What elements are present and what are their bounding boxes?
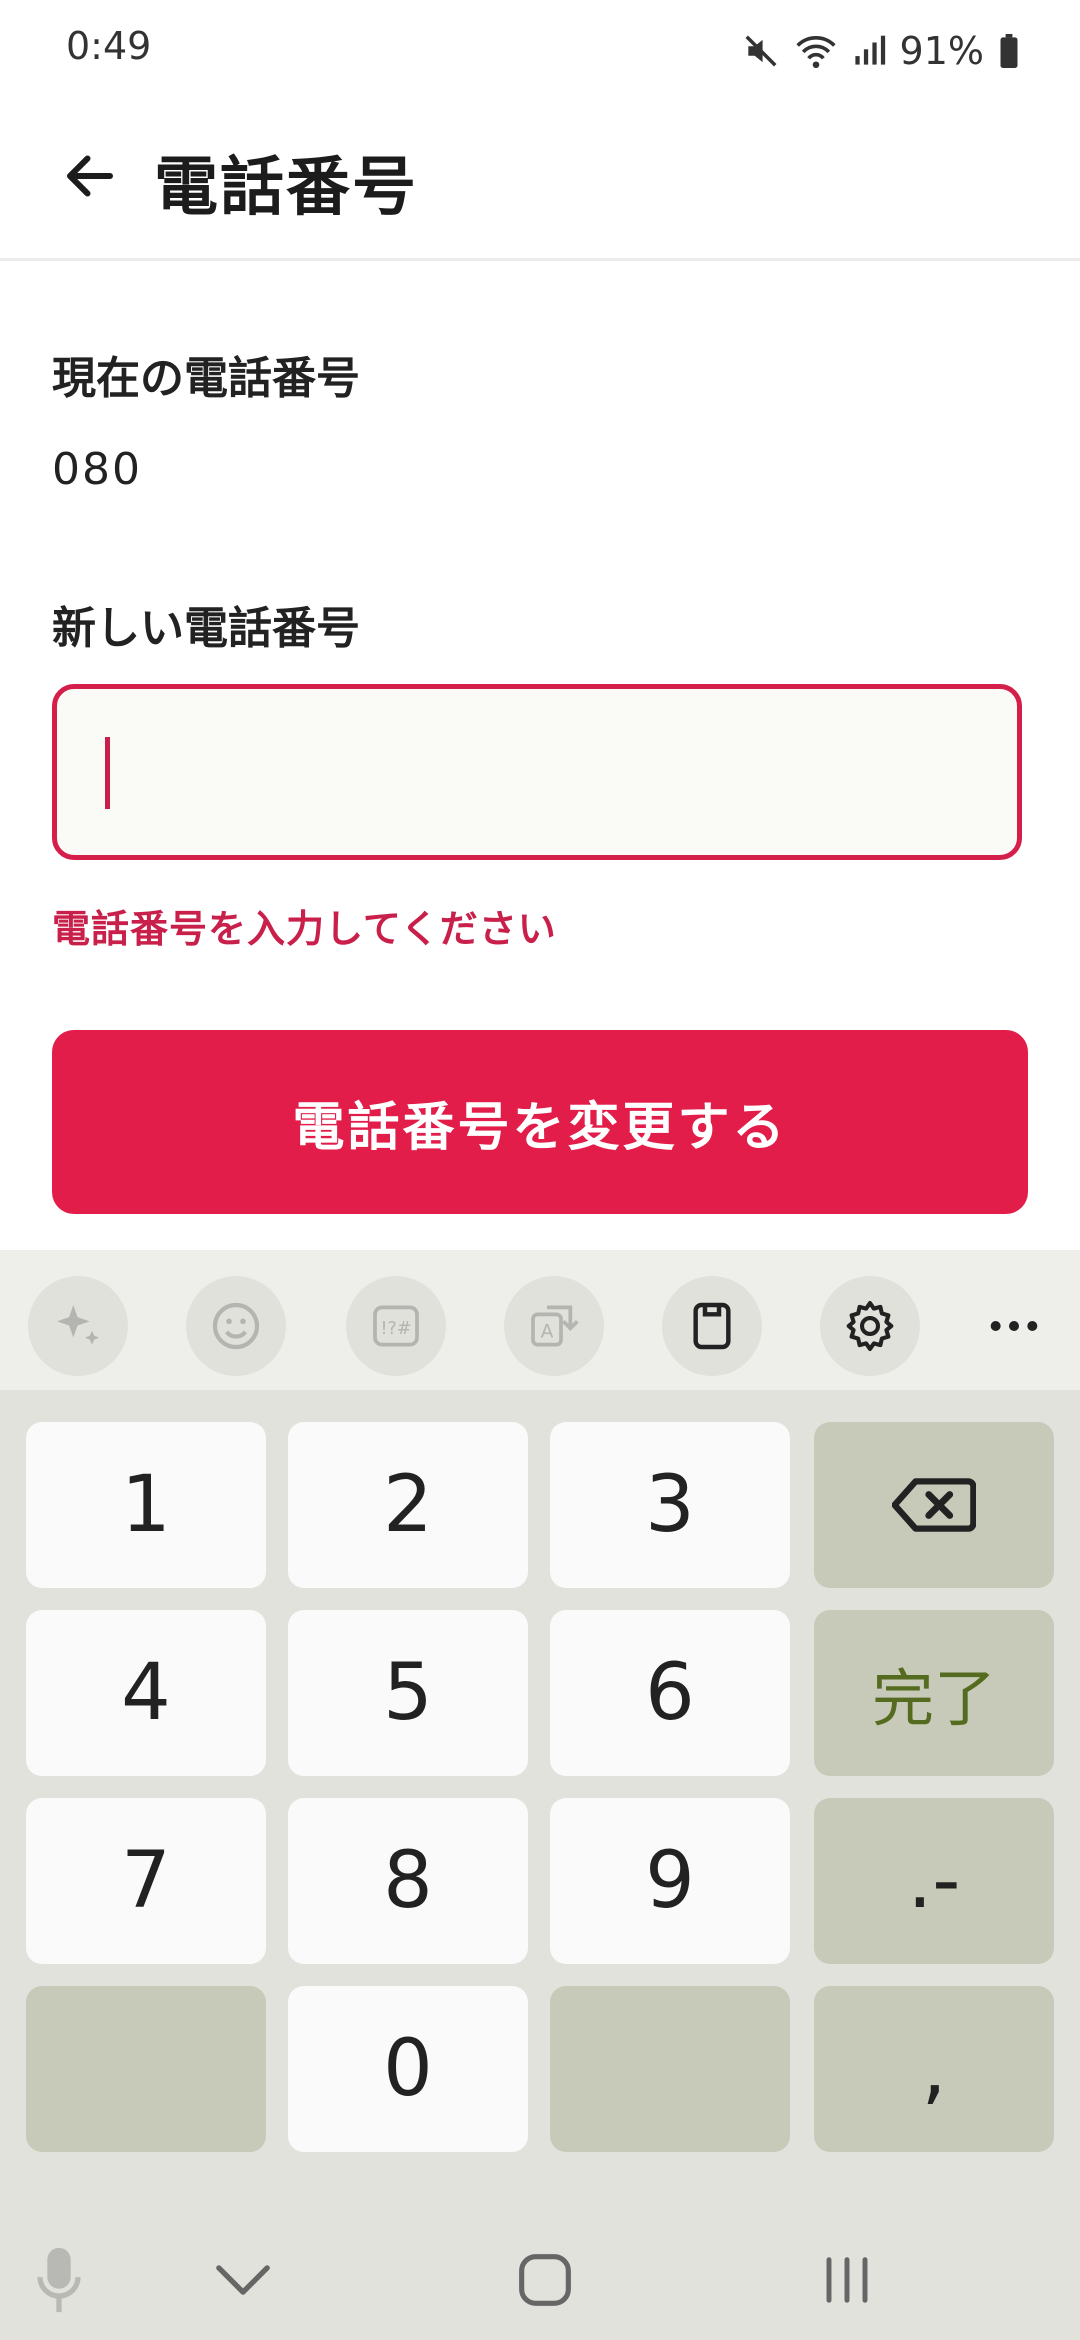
arrow-left-icon (67, 155, 113, 197)
done-key-label: 完了 (871, 1662, 996, 1735)
emoji-icon[interactable] (186, 1276, 286, 1376)
backspace-key[interactable] (814, 1422, 1054, 1588)
back-button[interactable] (54, 140, 126, 212)
new-phone-field[interactable] (52, 684, 1022, 860)
key-2[interactable]: 2 (288, 1422, 528, 1588)
mute-icon (742, 32, 780, 70)
key-5[interactable]: 5 (288, 1610, 528, 1776)
status-time: 0:49 (66, 24, 152, 68)
key-9[interactable]: 9 (550, 1798, 790, 1964)
recents-icon (826, 2257, 868, 2303)
chevron-down-icon (216, 2265, 270, 2295)
battery-icon (998, 34, 1020, 68)
battery-percent: 91% (899, 29, 984, 73)
translate-icon[interactable]: A (504, 1276, 604, 1376)
current-phone-label: 現在の電話番号 (52, 353, 360, 404)
done-key[interactable]: 完了 (814, 1610, 1054, 1776)
navigation-bar (0, 2205, 1080, 2340)
key-0[interactable]: 0 (288, 1986, 528, 2152)
backspace-icon (892, 1478, 976, 1532)
clipboard-icon[interactable] (662, 1276, 762, 1376)
numeric-keyboard: !?# A 1 2 3 4 5 6 完了 7 8 9 .- 0 , (0, 1250, 1080, 2340)
status-bar: 0:49 91% (0, 0, 1080, 100)
recent-apps-button[interactable] (802, 2235, 892, 2325)
key-1[interactable]: 1 (26, 1422, 266, 1588)
key-7[interactable]: 7 (26, 1798, 266, 1964)
current-phone-value: 080 (52, 444, 142, 495)
ai-sparkle-icon[interactable] (28, 1276, 128, 1376)
more-icon[interactable] (964, 1276, 1064, 1376)
error-message: 電話番号を入力してください (52, 907, 557, 951)
blank-key-left (26, 1986, 266, 2152)
mic-icon[interactable] (14, 2235, 104, 2325)
wifi-icon (794, 32, 838, 70)
status-icons: 91% (742, 26, 1020, 76)
new-phone-input[interactable] (57, 689, 1017, 855)
home-icon (519, 2254, 571, 2306)
comma-key[interactable]: , (814, 1986, 1054, 2152)
dot-dash-key[interactable]: .- (814, 1798, 1054, 1964)
svg-text:A: A (541, 1322, 554, 1343)
keyboard-toolbar: !?# A (0, 1250, 1080, 1390)
hide-keyboard-button[interactable] (198, 2235, 288, 2325)
new-phone-label: 新しい電話番号 (52, 603, 360, 654)
svg-text:!?#: !?# (381, 1319, 412, 1339)
text-caret (105, 737, 110, 809)
blank-key-right (550, 1986, 790, 2152)
settings-icon[interactable] (820, 1276, 920, 1376)
key-3[interactable]: 3 (550, 1422, 790, 1588)
key-6[interactable]: 6 (550, 1610, 790, 1776)
change-phone-button[interactable]: 電話番号を変更する (52, 1030, 1028, 1214)
app-bar: 電話番号 (0, 100, 1080, 261)
home-button[interactable] (500, 2235, 590, 2325)
page-title: 電話番号 (154, 151, 418, 225)
key-8[interactable]: 8 (288, 1798, 528, 1964)
key-4[interactable]: 4 (26, 1610, 266, 1776)
signal-icon (852, 32, 886, 70)
symbols-icon[interactable]: !?# (346, 1276, 446, 1376)
